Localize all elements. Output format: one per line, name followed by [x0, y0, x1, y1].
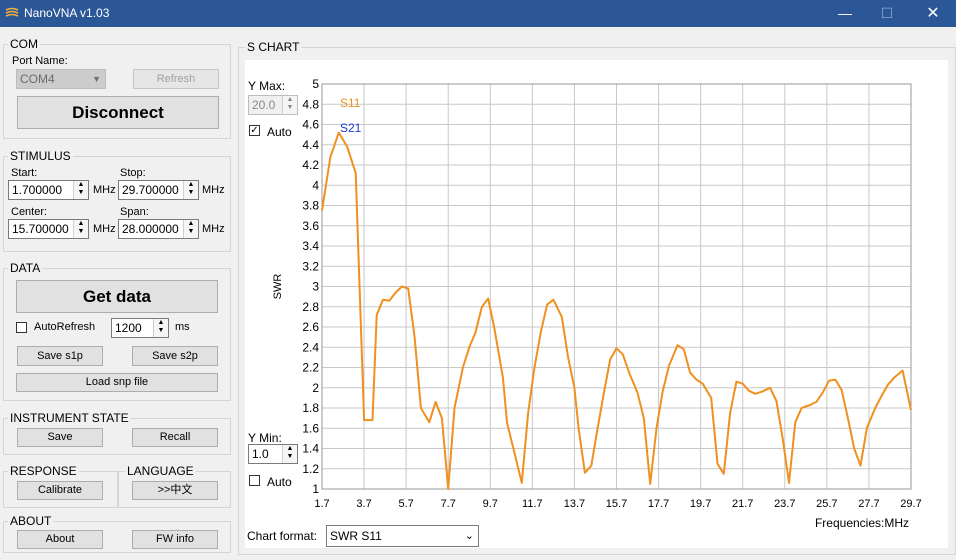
legend-s21: S21	[340, 121, 362, 135]
x-tick-label: 21.7	[732, 498, 753, 510]
y-tick-label: 1.8	[302, 401, 319, 415]
y-tick-label: 3.8	[302, 199, 319, 213]
y-tick-label: 2.4	[302, 340, 319, 354]
x-axis-label: Frequencies:MHz	[815, 516, 909, 530]
y-tick-label: 1.4	[302, 442, 319, 456]
y-tick-label: 1	[312, 482, 319, 496]
x-tick-label: 25.7	[816, 498, 837, 510]
y-tick-label: 2.2	[302, 361, 319, 375]
y-tick-label: 3.4	[302, 239, 319, 253]
y-tick-label: 1.2	[302, 462, 319, 476]
x-tick-label: 15.7	[606, 498, 627, 510]
y-tick-label: 4.6	[302, 118, 319, 132]
x-tick-label: 9.7	[483, 498, 498, 510]
y-tick-label: 4.4	[302, 138, 319, 152]
x-tick-label: 27.7	[858, 498, 879, 510]
y-tick-label: 2	[312, 381, 319, 395]
y-tick-label: 4.8	[302, 97, 319, 111]
y-tick-label: 4.2	[302, 158, 319, 172]
y-tick-label: 1.6	[302, 421, 319, 435]
swr-chart: 1 1.2 1.4 1.6 1.8 2 2.2 2.4 2.6 2.8 3 3.2 3.4 3.6 3.8 4…	[272, 77, 922, 530]
x-tick-label: 23.7	[774, 498, 795, 510]
x-tick-label: 3.7	[356, 498, 371, 510]
y-tick-label: 3.2	[302, 259, 319, 273]
y-tick-label: 2.8	[302, 300, 319, 314]
y-tick-label: 3	[312, 280, 319, 294]
x-tick-label: 13.7	[564, 498, 585, 510]
x-tick-label: 1.7	[314, 498, 329, 510]
x-tick-label: 7.7	[441, 498, 456, 510]
y-axis-label: SWR	[272, 274, 284, 300]
x-tick-label: 17.7	[648, 498, 669, 510]
x-tick-label: 29.7	[900, 498, 921, 510]
y-tick-label: 4	[312, 178, 319, 192]
y-tick-label: 5	[312, 77, 319, 91]
x-tick-label: 11.7	[522, 498, 543, 510]
x-tick-label: 5.7	[398, 498, 413, 510]
y-tick-label: 2.6	[302, 320, 319, 334]
y-tick-label: 3.6	[302, 219, 319, 233]
x-tick-label: 19.7	[690, 498, 711, 510]
legend-s11: S11	[340, 96, 361, 110]
